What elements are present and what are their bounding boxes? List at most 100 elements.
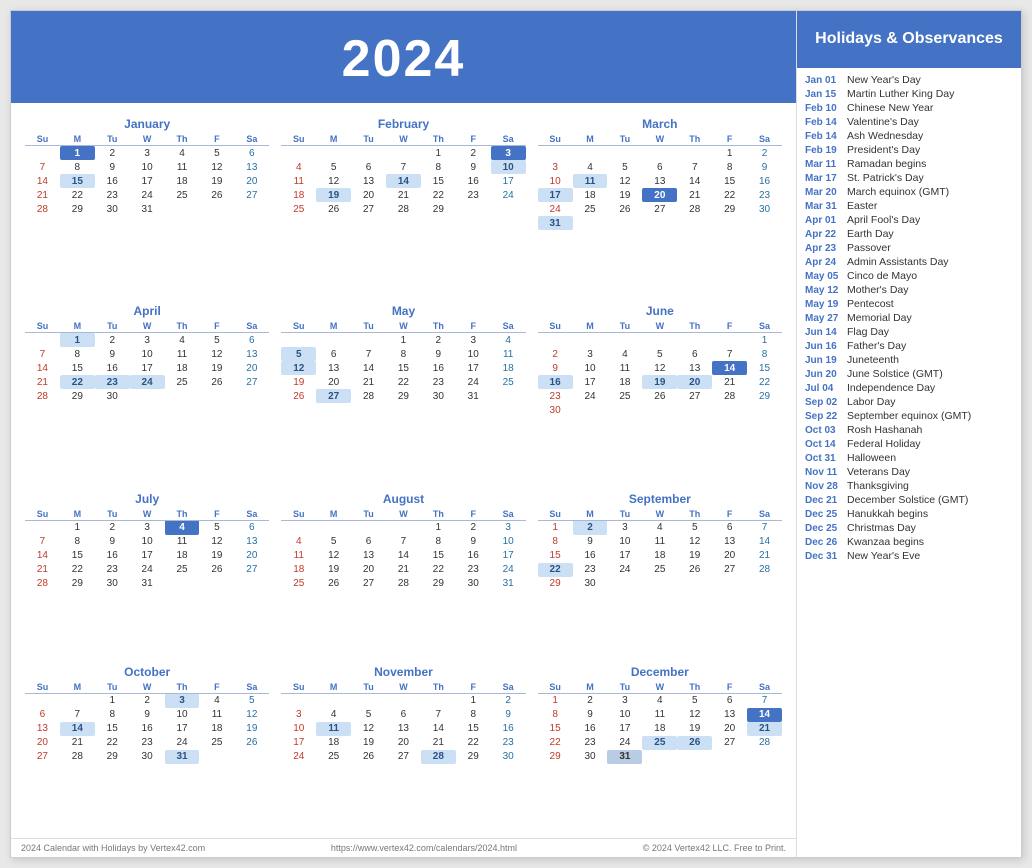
day-header: F [199, 320, 234, 333]
day-header: M [60, 681, 95, 694]
calendar-day [677, 403, 712, 417]
calendar-day: 11 [607, 361, 642, 375]
day-header: Tu [351, 133, 386, 146]
holiday-name: Pentecost [847, 298, 894, 310]
day-header: Th [677, 320, 712, 333]
calendar-day: 26 [607, 202, 642, 216]
calendar-day: 13 [234, 535, 269, 549]
calendar-day: 16 [747, 174, 782, 188]
calendar-day: 24 [538, 202, 573, 216]
day-header: W [642, 133, 677, 146]
calendar-day: 23 [421, 375, 456, 389]
calendar-day: 29 [60, 202, 95, 216]
calendar-day: 11 [281, 174, 316, 188]
calendar-day: 18 [165, 549, 200, 563]
holiday-name: Independence Day [847, 382, 935, 394]
calendar-day: 12 [642, 361, 677, 375]
calendar-day: 8 [538, 708, 573, 722]
holiday-row: Dec 31New Year's Eve [805, 550, 1013, 562]
calendar-day: 20 [712, 549, 747, 563]
calendar-day: 9 [95, 347, 130, 361]
calendar-day [747, 216, 782, 230]
calendar-day: 4 [165, 520, 200, 535]
calendar-day: 10 [573, 361, 608, 375]
calendar-day [60, 693, 95, 708]
day-header: W [130, 133, 165, 146]
holiday-name: Labor Day [847, 396, 895, 408]
month-block-august: AugustSuMTuWThFSa12345678910111213141516… [275, 488, 531, 661]
calendar-day: 10 [607, 535, 642, 549]
calendar-day: 20 [25, 736, 60, 750]
calendar-day: 28 [386, 202, 421, 216]
calendar-day: 26 [281, 389, 316, 403]
calendar-day: 21 [60, 736, 95, 750]
calendar-day: 25 [281, 202, 316, 216]
calendar-day: 8 [421, 160, 456, 174]
day-header: M [60, 133, 95, 146]
calendar-day: 2 [130, 693, 165, 708]
holiday-row: Mar 31Easter [805, 200, 1013, 212]
month-title: December [538, 665, 782, 679]
calendar-day: 8 [712, 160, 747, 174]
day-header: W [386, 508, 421, 521]
calendar-day: 17 [130, 361, 165, 375]
holiday-name: Cinco de Mayo [847, 270, 917, 282]
calendar-day: 1 [95, 693, 130, 708]
calendar-day: 2 [573, 520, 608, 535]
calendar-day: 29 [60, 389, 95, 403]
calendar-day [351, 146, 386, 161]
calendar-day: 15 [421, 174, 456, 188]
calendar-day [386, 146, 421, 161]
calendar-day [747, 403, 782, 417]
calendar-day [677, 750, 712, 764]
calendar-day [386, 520, 421, 535]
month-title: September [538, 492, 782, 506]
calendar-day: 15 [747, 361, 782, 375]
calendar-day: 15 [538, 722, 573, 736]
calendar-day: 7 [747, 520, 782, 535]
calendar-day: 13 [642, 174, 677, 188]
holiday-row: Oct 03Rosh Hashanah [805, 424, 1013, 436]
calendar-day: 26 [351, 750, 386, 764]
calendar-day: 26 [677, 563, 712, 577]
calendar-day: 29 [95, 750, 130, 764]
calendar-day [642, 146, 677, 161]
year-label: 2024 [342, 30, 466, 88]
holiday-row: Feb 19President's Day [805, 144, 1013, 156]
calendar-day: 12 [281, 361, 316, 375]
calendar-day: 16 [130, 722, 165, 736]
calendar-day: 31 [607, 750, 642, 764]
calendar-day: 19 [199, 549, 234, 563]
calendar-day: 11 [642, 708, 677, 722]
calendar-day: 10 [456, 347, 491, 361]
calendar-day: 10 [491, 535, 526, 549]
calendar-day: 10 [130, 160, 165, 174]
holiday-row: May 19Pentecost [805, 298, 1013, 310]
calendar-day: 10 [130, 535, 165, 549]
holiday-row: Dec 21December Solstice (GMT) [805, 494, 1013, 506]
calendar-day: 12 [234, 708, 269, 722]
calendar-day: 1 [60, 146, 95, 161]
day-header: F [199, 508, 234, 521]
calendar-table: SuMTuWThFSa12345678910111213141516171819… [281, 508, 525, 591]
calendar-day: 26 [316, 577, 351, 591]
calendar-day: 12 [316, 549, 351, 563]
holiday-date: Mar 20 [805, 187, 847, 198]
calendar-day: 17 [573, 375, 608, 389]
calendar-day: 30 [538, 403, 573, 417]
calendar-day: 7 [25, 347, 60, 361]
calendar-day: 10 [281, 722, 316, 736]
calendar-day: 1 [421, 520, 456, 535]
calendar-day [199, 577, 234, 591]
calendar-day: 5 [677, 693, 712, 708]
calendar-day [712, 577, 747, 591]
holiday-date: Nov 11 [805, 467, 847, 478]
calendar-day: 23 [456, 188, 491, 202]
holiday-date: Dec 25 [805, 509, 847, 520]
calendar-day: 30 [573, 750, 608, 764]
calendar-day: 3 [491, 146, 526, 161]
calendar-day: 1 [747, 333, 782, 348]
calendar-day: 26 [642, 389, 677, 403]
calendar-day: 23 [573, 563, 608, 577]
calendar-day [607, 216, 642, 230]
